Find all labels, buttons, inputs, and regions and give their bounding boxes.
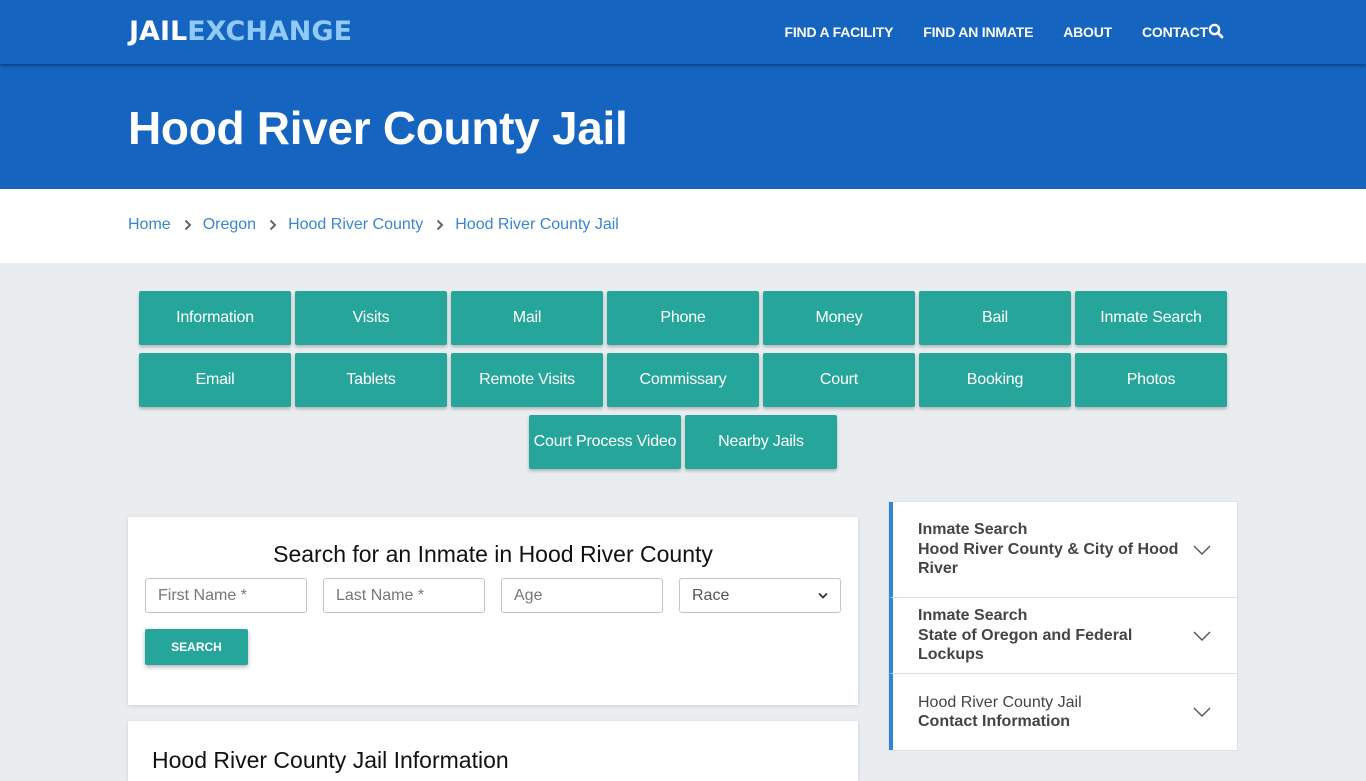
tile-remote-visits[interactable]: Remote Visits — [451, 353, 603, 407]
chevron-right-icon — [184, 219, 192, 231]
main-nav: FIND A FACILITY FIND AN INMATE ABOUT CON… — [785, 0, 1366, 64]
chevron-right-icon — [437, 219, 444, 231]
info-section-title: Hood River County Jail Information — [152, 747, 509, 773]
accordion-title: Inmate Search — [918, 607, 1028, 625]
tile-booking[interactable]: Booking — [919, 353, 1071, 407]
first-name-input[interactable] — [145, 578, 307, 613]
accordion-title: Inmate Search — [918, 521, 1028, 539]
last-name-input[interactable] — [323, 578, 485, 613]
chevron-right-icon — [269, 219, 277, 231]
inmate-search-form: Search for an Inmate in Hood River Count… — [128, 517, 858, 705]
accordion-county-inmate-search[interactable]: Inmate Search Hood River County & City o… — [889, 502, 1237, 598]
tile-phone[interactable]: Phone — [607, 291, 759, 345]
tile-email[interactable]: Email — [139, 353, 291, 407]
breadcrumb-county[interactable]: Hood River County — [288, 216, 423, 234]
tile-inmate-search[interactable]: Inmate Search — [1075, 291, 1227, 345]
accordion-subtitle: Contact Information — [918, 713, 1070, 730]
logo-jail: JAIL — [129, 16, 188, 47]
top-navbar: JAILEXCHANGE FIND A FACILITY FIND AN INM… — [0, 0, 1366, 64]
nav-find-an-inmate[interactable]: FIND AN INMATE — [923, 24, 1033, 40]
tile-money[interactable]: Money — [763, 291, 915, 345]
accordion-contact-information[interactable]: Hood River County Jail Contact Informati… — [889, 674, 1237, 750]
age-input[interactable] — [501, 578, 663, 613]
accordion-subtitle: Hood River County & City of Hood River — [918, 540, 1179, 578]
tile-court[interactable]: Court — [763, 353, 915, 407]
chevron-down-icon — [1193, 631, 1211, 641]
search-form-title: Search for an Inmate in Hood River Count… — [273, 541, 713, 567]
breadcrumb-jail[interactable]: Hood River County Jail — [455, 216, 619, 234]
nav-find-a-facility[interactable]: FIND A FACILITY — [785, 24, 894, 40]
nav-about[interactable]: ABOUT — [1063, 24, 1112, 40]
tile-commissary[interactable]: Commissary — [607, 353, 759, 407]
section-nav-buttons: Information Visits Mail Phone Money Bail… — [137, 291, 1229, 477]
tile-nearby-jails[interactable]: Nearby Jails — [685, 415, 837, 469]
page-title: Hood River County Jail — [128, 102, 628, 154]
tile-court-process-video[interactable]: Court Process Video — [529, 415, 681, 469]
sidebar-accordion: Inmate Search Hood River County & City o… — [888, 501, 1238, 751]
logo-exchange: EXCHANGE — [187, 16, 353, 47]
race-select[interactable]: Race — [679, 578, 841, 613]
chevron-down-icon — [818, 592, 828, 599]
nav-contact[interactable]: CONTACT — [1142, 24, 1208, 40]
search-icon[interactable] — [1208, 23, 1224, 39]
accordion-state-inmate-search[interactable]: Inmate Search State of Oregon and Federa… — [889, 598, 1237, 674]
accordion-subtitle: State of Oregon and Federal Lockups — [918, 626, 1133, 664]
tile-tablets[interactable]: Tablets — [295, 353, 447, 407]
race-select-value: Race — [692, 586, 730, 604]
page-hero: Hood River County Jail — [0, 64, 1366, 189]
site-logo[interactable]: JAILEXCHANGE — [129, 15, 352, 49]
breadcrumb: Home Oregon Hood River County Hood River… — [0, 189, 1366, 263]
accordion-title: Hood River County Jail — [918, 693, 1082, 711]
tile-visits[interactable]: Visits — [295, 291, 447, 345]
tile-photos[interactable]: Photos — [1075, 353, 1227, 407]
jail-information-section: Hood River County Jail Information — [128, 721, 858, 781]
search-button[interactable]: SEARCH — [145, 629, 248, 665]
chevron-down-icon — [1193, 707, 1211, 717]
breadcrumb-oregon[interactable]: Oregon — [203, 216, 256, 234]
breadcrumb-home[interactable]: Home — [128, 216, 171, 234]
tile-bail[interactable]: Bail — [919, 291, 1071, 345]
tile-mail[interactable]: Mail — [451, 291, 603, 345]
chevron-down-icon — [1193, 545, 1211, 555]
tile-information[interactable]: Information — [139, 291, 291, 345]
